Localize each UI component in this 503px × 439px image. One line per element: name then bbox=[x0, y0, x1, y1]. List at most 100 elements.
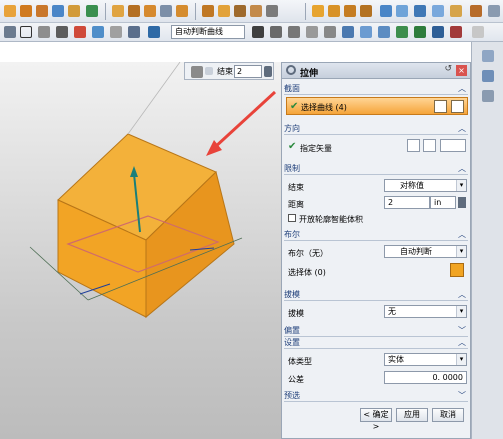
history-icon[interactable] bbox=[482, 90, 494, 102]
collapse-icon[interactable]: ︿ bbox=[458, 83, 466, 94]
limits-header[interactable]: 限制 ︿ bbox=[284, 163, 468, 175]
rectangle-icon[interactable] bbox=[20, 26, 32, 38]
expand-icon[interactable]: ﹀ bbox=[458, 325, 466, 336]
select-icon[interactable] bbox=[4, 26, 16, 38]
thicken-icon[interactable] bbox=[266, 5, 278, 17]
snap-surface-icon[interactable] bbox=[396, 26, 408, 38]
section-icon[interactable] bbox=[434, 100, 447, 113]
spinner-icon[interactable] bbox=[264, 66, 272, 77]
gear-icon[interactable] bbox=[286, 65, 296, 75]
navigator-icon[interactable] bbox=[482, 50, 494, 62]
snap-grid-icon[interactable] bbox=[342, 26, 354, 38]
preview-header[interactable]: 预选 ﹀ bbox=[284, 390, 468, 402]
end-dropdown[interactable]: 对称值 ▾ bbox=[384, 179, 467, 192]
snap-bar-icon[interactable] bbox=[414, 26, 426, 38]
cancel-button[interactable]: 取消 bbox=[432, 408, 464, 422]
curve-icon[interactable] bbox=[38, 26, 50, 38]
distance-unit[interactable]: in bbox=[430, 196, 456, 209]
draft-header[interactable]: 拔模 ︿ bbox=[284, 289, 468, 301]
selection-filter-dropdown[interactable]: 自动判断曲线 bbox=[171, 25, 245, 39]
snap-off-icon[interactable] bbox=[450, 26, 462, 38]
more-icon[interactable] bbox=[472, 26, 484, 38]
chevron-down-icon[interactable]: ▾ bbox=[456, 180, 466, 191]
mirror-icon[interactable] bbox=[176, 5, 188, 17]
distance-input[interactable]: 2 bbox=[384, 196, 430, 209]
pan-icon[interactable] bbox=[470, 5, 482, 17]
chamfer-icon[interactable] bbox=[128, 5, 140, 17]
boolean-dropdown[interactable]: 自动判断 ▾ bbox=[384, 245, 467, 258]
apply-button[interactable]: 应用 bbox=[396, 408, 428, 422]
shaded-icon[interactable] bbox=[396, 5, 408, 17]
collapse-icon[interactable]: ︿ bbox=[458, 289, 466, 300]
draft-dropdown[interactable]: 无 ▾ bbox=[384, 305, 467, 318]
zoom-icon[interactable] bbox=[432, 5, 444, 17]
chevron-down-icon[interactable] bbox=[205, 67, 213, 75]
reset-icon[interactable]: ↺ bbox=[444, 64, 452, 74]
distance-menu-icon[interactable] bbox=[458, 197, 466, 208]
collapse-icon[interactable]: ︿ bbox=[458, 163, 466, 174]
snap-all-icon[interactable] bbox=[432, 26, 444, 38]
chevron-down-icon[interactable]: ▾ bbox=[456, 246, 466, 257]
view-front-icon[interactable] bbox=[312, 5, 324, 17]
graphics-viewport[interactable] bbox=[0, 62, 281, 439]
select-curve-row[interactable]: ✔ 选择曲线 (4) bbox=[286, 97, 468, 115]
filter-icon[interactable] bbox=[110, 26, 122, 38]
layer-icon[interactable] bbox=[128, 26, 140, 38]
reverse-direction-icon[interactable] bbox=[407, 139, 420, 152]
boolean-header[interactable]: 布尔 ︿ bbox=[284, 229, 468, 241]
chevron-down-icon[interactable]: ▾ bbox=[456, 306, 466, 317]
boolean-icon[interactable] bbox=[68, 5, 80, 17]
collapse-icon[interactable]: ︿ bbox=[458, 229, 466, 240]
shell-icon[interactable] bbox=[144, 5, 156, 17]
fit-view-icon[interactable] bbox=[414, 5, 426, 17]
trim-body-icon[interactable] bbox=[234, 5, 246, 17]
chevron-down-icon[interactable]: ▾ bbox=[456, 354, 466, 365]
intersect-icon[interactable] bbox=[92, 26, 104, 38]
vector-dialog-icon[interactable] bbox=[423, 139, 436, 152]
direction-header[interactable]: 方向 ︿ bbox=[284, 123, 468, 135]
section-header[interactable]: 截面 ︿ bbox=[284, 83, 468, 95]
offset-face-icon[interactable] bbox=[218, 5, 230, 17]
view-top-icon[interactable] bbox=[328, 5, 340, 17]
point-icon[interactable] bbox=[56, 26, 68, 38]
snap-end-icon[interactable] bbox=[252, 26, 264, 38]
snap-center-icon[interactable] bbox=[288, 26, 300, 38]
vector-dropdown-icon[interactable] bbox=[440, 139, 466, 152]
expand-icon[interactable]: ﹀ bbox=[458, 390, 466, 401]
snap-icon[interactable] bbox=[74, 26, 86, 38]
cube-icon[interactable] bbox=[191, 66, 203, 78]
hole-icon[interactable] bbox=[52, 5, 64, 17]
sketch-icon[interactable] bbox=[4, 5, 16, 17]
body-type-dropdown[interactable]: 实体 ▾ bbox=[384, 353, 467, 366]
snap-mid-icon[interactable] bbox=[270, 26, 282, 38]
snap-face-icon[interactable] bbox=[360, 26, 372, 38]
tolerance-input[interactable]: 0. 0000 bbox=[384, 371, 467, 384]
rotate-icon[interactable] bbox=[450, 5, 462, 17]
open-profile-checkbox[interactable] bbox=[288, 214, 296, 222]
pattern-icon[interactable] bbox=[160, 5, 172, 17]
split-body-icon[interactable] bbox=[250, 5, 262, 17]
mini-end-input[interactable]: 2 bbox=[234, 65, 262, 78]
body-icon[interactable] bbox=[148, 26, 160, 38]
collapse-icon[interactable]: ︿ bbox=[458, 337, 466, 348]
ok-button[interactable]: < 确定 > bbox=[360, 408, 392, 431]
help-icon[interactable] bbox=[488, 5, 500, 17]
move-face-icon[interactable] bbox=[202, 5, 214, 17]
offset-header[interactable]: 偏置 ﹀ bbox=[284, 325, 468, 337]
datum-icon[interactable] bbox=[86, 5, 98, 17]
part-navigator-icon[interactable] bbox=[482, 70, 494, 82]
extrude-icon[interactable] bbox=[20, 5, 32, 17]
select-body-icon[interactable] bbox=[450, 263, 464, 277]
close-icon[interactable]: × bbox=[456, 65, 467, 76]
settings-header[interactable]: 设置 ︿ bbox=[284, 337, 468, 349]
wireframe-icon[interactable] bbox=[380, 5, 392, 17]
view-iso-icon[interactable] bbox=[360, 5, 372, 17]
view-right-icon[interactable] bbox=[344, 5, 356, 17]
sketch-section-icon[interactable] bbox=[451, 100, 464, 113]
snap-edge-icon[interactable] bbox=[378, 26, 390, 38]
snap-quadrant-icon[interactable] bbox=[324, 26, 336, 38]
collapse-icon[interactable]: ︿ bbox=[458, 123, 466, 134]
revolve-icon[interactable] bbox=[36, 5, 48, 17]
snap-tangent-icon[interactable] bbox=[306, 26, 318, 38]
edge-blend-icon[interactable] bbox=[112, 5, 124, 17]
